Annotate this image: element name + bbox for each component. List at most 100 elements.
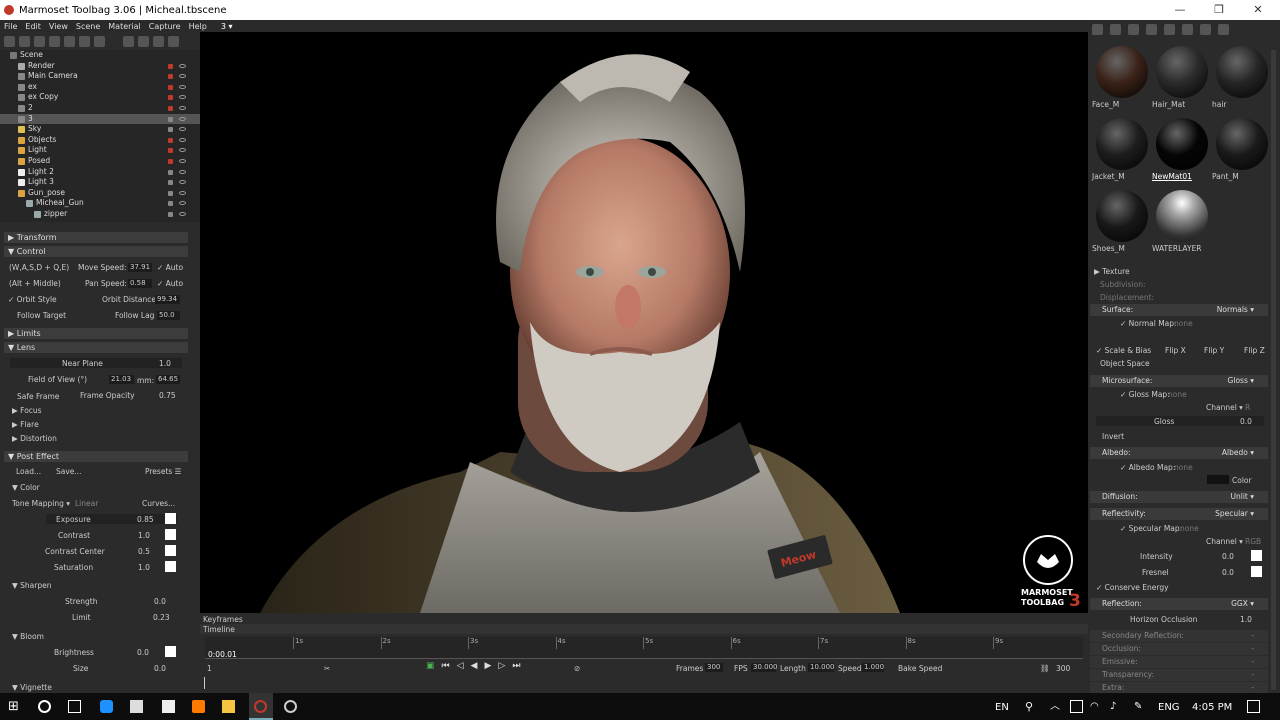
sharpen-section[interactable]: ▼ Sharpen	[12, 581, 51, 590]
pen-icon[interactable]: ✎	[1134, 700, 1147, 713]
contrast-value[interactable]: 1.0	[138, 531, 150, 540]
material-tile[interactable]: Face_M	[1092, 42, 1150, 112]
texture-section[interactable]: ▶ Texture	[1094, 267, 1130, 276]
search-icon[interactable]	[38, 700, 51, 713]
exposure-value[interactable]: 0.85	[137, 515, 154, 524]
visibility-eye-icon[interactable]	[179, 127, 186, 132]
lock-icon[interactable]	[168, 148, 173, 154]
add-sky-icon[interactable]	[49, 35, 60, 47]
notification-icon[interactable]	[1247, 700, 1260, 713]
scene-tree-item[interactable]: Render	[0, 61, 200, 72]
visibility-eye-icon[interactable]	[179, 211, 186, 216]
playhead[interactable]	[204, 677, 205, 689]
length-field[interactable]: 10.000	[808, 663, 835, 672]
visibility-eye-icon[interactable]	[179, 95, 186, 100]
displacement-row[interactable]: Displacement:	[1100, 293, 1154, 302]
scene-tree-item[interactable]: Micheal_Gun	[0, 198, 200, 209]
reflection-section[interactable]: Reflection: GGX ▾	[1090, 598, 1268, 610]
lock-icon[interactable]	[168, 158, 173, 164]
add-light-icon[interactable]	[19, 35, 30, 47]
lock-icon[interactable]	[168, 180, 173, 186]
lens-section[interactable]: ▼ Lens	[4, 342, 188, 353]
exposure-color-swatch[interactable]	[165, 513, 176, 524]
albedo-color-swatch[interactable]	[1207, 475, 1229, 484]
language-indicator[interactable]: EN	[995, 702, 1009, 713]
mail-icon[interactable]	[162, 700, 175, 713]
material-tile[interactable]: WATERLAYER	[1152, 186, 1210, 256]
properties-scrollbar[interactable]	[1271, 270, 1276, 690]
orbit-distance-field[interactable]: 99.34	[155, 295, 180, 304]
bake-icon[interactable]: ⊘	[574, 664, 580, 673]
tone-mapping-dropdown[interactable]: Tone Mapping ▾	[12, 499, 70, 508]
visibility-eye-icon[interactable]	[179, 201, 186, 206]
store-icon[interactable]	[130, 700, 143, 713]
add-material-icon[interactable]	[1092, 24, 1103, 35]
intensity-value[interactable]: 0.0	[1222, 552, 1234, 561]
settings-gear-icon[interactable]	[168, 35, 179, 47]
transparency-section[interactable]: Transparency: -	[1090, 669, 1268, 681]
lock-icon[interactable]	[168, 201, 173, 207]
menu-file[interactable]: File	[0, 22, 21, 31]
limit-value[interactable]: 0.23	[153, 613, 170, 622]
lock-icon[interactable]	[168, 63, 173, 69]
scene-tree-item[interactable]: Light	[0, 145, 200, 156]
menu-scene[interactable]: Scene	[72, 22, 104, 31]
contrast-center-swatch[interactable]	[165, 545, 176, 556]
add-fog-icon[interactable]	[79, 35, 90, 47]
lock-icon[interactable]	[168, 84, 173, 90]
gloss-slider[interactable]	[1096, 416, 1264, 426]
mm-field[interactable]: 64.65	[156, 375, 180, 384]
presets-button[interactable]: Presets ☰	[145, 467, 181, 476]
contrast-center-value[interactable]: 0.5	[138, 547, 150, 556]
scale-bias-checkbox[interactable]: ✓ Scale & Bias	[1096, 346, 1151, 355]
saturation-value[interactable]: 1.0	[138, 563, 150, 572]
play-icon[interactable]: ▶	[484, 661, 491, 671]
visibility-eye-icon[interactable]	[179, 137, 186, 142]
menu-edit[interactable]: Edit	[21, 22, 45, 31]
albedo-map-checkbox[interactable]: ✓ Albedo Map:	[1120, 463, 1175, 472]
pan-auto-checkbox[interactable]: ✓ Auto	[157, 279, 183, 288]
lock-icon[interactable]	[168, 74, 173, 80]
lock-icon[interactable]	[168, 116, 173, 122]
scissors-icon[interactable]: ✂	[324, 664, 330, 673]
scene-tree-item[interactable]: Objects	[0, 135, 200, 146]
flare-section[interactable]: ▶ Flare	[12, 420, 39, 429]
flip-x-checkbox[interactable]: Flip X	[1165, 346, 1186, 355]
lock-icon[interactable]	[168, 127, 173, 133]
visibility-eye-icon[interactable]	[179, 169, 186, 174]
step-forward-icon[interactable]: ▷	[498, 661, 505, 671]
duplicate-material-icon[interactable]	[1110, 24, 1121, 35]
network-icon[interactable]: ◠	[1090, 700, 1103, 713]
scene-tree-item[interactable]: ex Copy	[0, 92, 200, 103]
loop-icon[interactable]: ▣	[426, 661, 435, 671]
contrast-color-swatch[interactable]	[165, 529, 176, 540]
input-language[interactable]: ENG	[1158, 702, 1180, 713]
visibility-eye-icon[interactable]	[179, 74, 186, 79]
fov-field[interactable]: 21.03	[109, 375, 134, 384]
pick-material-icon[interactable]	[1182, 24, 1193, 35]
fps-field[interactable]: 30.000	[751, 663, 778, 672]
control-section[interactable]: ▼ Control	[4, 246, 188, 257]
volume-icon[interactable]: ♪	[1110, 700, 1123, 713]
windows-start-icon[interactable]: ⊞	[8, 700, 21, 713]
visibility-eye-icon[interactable]	[179, 190, 186, 195]
add-shadow-icon[interactable]	[64, 35, 75, 47]
material-tile[interactable]: Pant_M	[1212, 114, 1270, 184]
save-button[interactable]: Save...	[56, 467, 82, 476]
post-effect-section[interactable]: ▼ Post Effect	[4, 451, 188, 462]
saturation-swatch[interactable]	[165, 561, 176, 572]
lock-icon[interactable]	[168, 95, 173, 101]
fresnel-value[interactable]: 0.0	[1222, 568, 1234, 577]
diffusion-section[interactable]: Diffusion: Unlit ▾	[1090, 491, 1268, 503]
visibility-eye-icon[interactable]	[179, 158, 186, 163]
settings-app-icon[interactable]	[284, 700, 297, 713]
vignette-section[interactable]: ▼ Vignette	[12, 683, 52, 692]
invert-checkbox[interactable]: Invert	[1102, 432, 1124, 441]
brightness-value[interactable]: 0.0	[137, 648, 149, 657]
app-icon[interactable]	[192, 700, 205, 713]
safe-frame-checkbox[interactable]: Safe Frame	[17, 392, 59, 401]
move-speed-field[interactable]: 37.91	[128, 263, 152, 272]
speed-field[interactable]: 1.000	[862, 663, 884, 672]
bloom-section[interactable]: ▼ Bloom	[12, 632, 44, 641]
near-plane-value[interactable]: 1.0	[159, 359, 171, 368]
